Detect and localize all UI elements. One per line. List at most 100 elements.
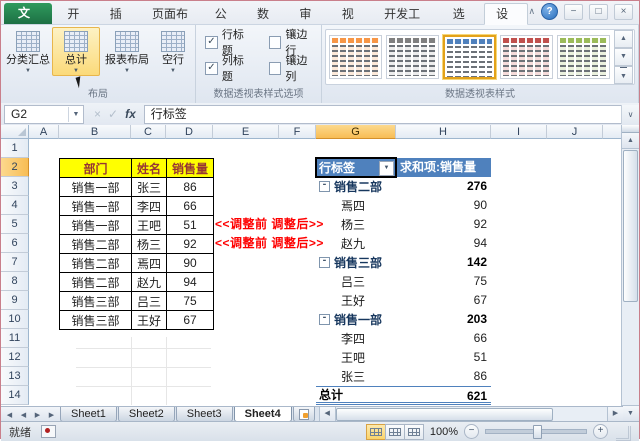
cell[interactable]: 销售一部 bbox=[59, 196, 132, 216]
row-header-4[interactable]: 4 bbox=[1, 196, 29, 215]
sheet-tab-sheet1[interactable]: Sheet1 bbox=[60, 407, 117, 422]
cell[interactable]: 吕三 bbox=[131, 291, 167, 311]
collapse-icon[interactable]: - bbox=[319, 257, 330, 268]
row-header-1[interactable]: 1 bbox=[1, 139, 29, 158]
row-header-9[interactable]: 9 bbox=[1, 291, 29, 310]
macro-record-icon[interactable] bbox=[41, 425, 56, 438]
cell[interactable]: 621 bbox=[396, 387, 491, 403]
pivot-style-green[interactable] bbox=[557, 35, 610, 79]
cell[interactable]: 部门 bbox=[59, 158, 132, 178]
first-sheet-icon[interactable]: ◀ bbox=[3, 411, 16, 419]
row-header-3[interactable]: 3 bbox=[1, 177, 29, 196]
select-all-button[interactable] bbox=[1, 125, 29, 139]
cell[interactable]: 90 bbox=[166, 253, 214, 273]
zoom-out-icon[interactable]: − bbox=[464, 424, 479, 439]
col-header-C[interactable]: C bbox=[131, 125, 166, 139]
cell[interactable]: 销售量 bbox=[166, 158, 214, 178]
cell[interactable]: 销售二部 bbox=[59, 234, 132, 254]
row-header-7[interactable]: 7 bbox=[1, 253, 29, 272]
sheet-tab-sheet2[interactable]: Sheet2 bbox=[117, 407, 175, 422]
cell[interactable]: 焉四 bbox=[131, 253, 167, 273]
pivot-style-gray[interactable] bbox=[386, 35, 439, 79]
subtotals-button[interactable]: 分类汇总 ▼ bbox=[4, 27, 52, 76]
cell[interactable]: 王吧 bbox=[316, 348, 396, 367]
row-header-2-selected[interactable]: 2 bbox=[1, 158, 29, 177]
cell[interactable]: 姓名 bbox=[131, 158, 167, 178]
cell[interactable]: 销售一部 bbox=[59, 215, 132, 235]
cell[interactable]: 94 bbox=[396, 234, 491, 253]
tab-formulas[interactable]: 公式 bbox=[204, 4, 246, 41]
insert-worksheet-icon[interactable] bbox=[292, 407, 315, 422]
cell[interactable]: 李四 bbox=[131, 196, 167, 216]
scroll-down-icon[interactable]: ▼ bbox=[622, 405, 639, 421]
previous-sheet-icon[interactable]: ◀ bbox=[17, 411, 30, 419]
scroll-right-icon[interactable]: ▶ bbox=[607, 407, 623, 422]
col-header-F[interactable]: F bbox=[279, 125, 316, 139]
row-header-12[interactable]: 12 bbox=[1, 348, 29, 367]
row-headers-checkbox[interactable]: ✓ 行标题 bbox=[205, 29, 255, 57]
close-icon[interactable]: × bbox=[614, 3, 634, 20]
name-box[interactable]: G2 ▼ bbox=[4, 104, 84, 124]
row-header-10[interactable]: 10 bbox=[1, 310, 29, 329]
zoom-in-icon[interactable]: + bbox=[593, 424, 608, 439]
next-sheet-icon[interactable]: ▶ bbox=[31, 411, 44, 419]
row-header-14[interactable]: 14 bbox=[1, 386, 29, 405]
cell[interactable]: 92 bbox=[166, 234, 214, 254]
cell[interactable]: 66 bbox=[166, 196, 214, 216]
row-header-6[interactable]: 6 bbox=[1, 234, 29, 253]
vertical-scrollbar[interactable]: ▲ ▼ bbox=[621, 125, 639, 421]
cell[interactable]: 杨三 bbox=[131, 234, 167, 254]
col-header-G-selected[interactable]: G bbox=[316, 125, 396, 139]
cell[interactable]: 焉四 bbox=[316, 196, 396, 215]
cell[interactable]: 86 bbox=[396, 367, 491, 386]
col-headers-checkbox[interactable]: ✓ 列标题 bbox=[205, 55, 255, 83]
cell[interactable]: 总计 bbox=[316, 387, 396, 402]
tab-page-layout[interactable]: 页面布局 bbox=[141, 4, 204, 41]
cell[interactable]: 销售三部 bbox=[59, 291, 132, 311]
collapse-icon[interactable]: - bbox=[319, 181, 330, 192]
cell[interactable]: 67 bbox=[396, 291, 491, 310]
formula-input[interactable]: 行标签 bbox=[143, 104, 621, 124]
cell[interactable]: 90 bbox=[396, 196, 491, 215]
cell[interactable]: 销售二部 bbox=[59, 253, 132, 273]
split-handle[interactable] bbox=[622, 125, 639, 133]
cell[interactable]: 94 bbox=[166, 272, 214, 292]
pivot-style-red[interactable] bbox=[500, 35, 553, 79]
cell[interactable]: - 销售三部 bbox=[316, 253, 396, 272]
zoom-slider-thumb[interactable] bbox=[533, 425, 542, 439]
cell[interactable]: 王好 bbox=[316, 291, 396, 310]
cell[interactable]: 赵九 bbox=[316, 234, 396, 253]
col-header-E[interactable]: E bbox=[213, 125, 279, 139]
help-icon[interactable]: ? bbox=[541, 3, 559, 20]
horizontal-scroll-thumb[interactable] bbox=[335, 408, 553, 421]
tab-insert[interactable]: 插入 bbox=[99, 4, 141, 41]
cell[interactable]: 51 bbox=[166, 215, 214, 235]
cell[interactable]: 75 bbox=[166, 291, 214, 311]
page-layout-view-icon[interactable] bbox=[384, 423, 405, 440]
restore-icon[interactable]: □ bbox=[589, 3, 609, 20]
cell[interactable]: - 销售一部 bbox=[316, 310, 396, 329]
vertical-scroll-thumb[interactable] bbox=[623, 150, 638, 302]
cell[interactable]: - 销售二部 bbox=[316, 177, 396, 196]
collapse-ribbon-icon[interactable]: ∧ bbox=[528, 6, 535, 17]
report-layout-button[interactable]: 报表布局 ▼ bbox=[100, 27, 154, 76]
cell[interactable]: 203 bbox=[396, 310, 491, 329]
tab-review[interactable]: 审阅 bbox=[288, 4, 330, 41]
grand-totals-button[interactable]: 总计 ▼ bbox=[52, 27, 100, 89]
insert-function-icon[interactable]: fx bbox=[125, 107, 136, 121]
row-header-5[interactable]: 5 bbox=[1, 215, 29, 234]
cell[interactable]: 张三 bbox=[316, 367, 396, 386]
cell[interactable]: 吕三 bbox=[316, 272, 396, 291]
tab-data[interactable]: 数据 bbox=[246, 4, 288, 41]
last-sheet-icon[interactable]: ▶ bbox=[45, 411, 58, 419]
collapse-icon[interactable]: - bbox=[319, 314, 330, 325]
tab-home[interactable]: 开始 bbox=[56, 4, 98, 41]
autofilter-dropdown-icon[interactable]: ▼ bbox=[379, 161, 394, 176]
cell[interactable]: 92 bbox=[396, 215, 491, 234]
cell[interactable]: 86 bbox=[166, 177, 214, 197]
cell[interactable]: 51 bbox=[396, 348, 491, 367]
scroll-left-icon[interactable]: ◀ bbox=[319, 407, 336, 422]
cell[interactable]: 销售二部 bbox=[59, 272, 132, 292]
cell[interactable]: 赵九 bbox=[131, 272, 167, 292]
cell[interactable]: 销售一部 bbox=[59, 177, 132, 197]
